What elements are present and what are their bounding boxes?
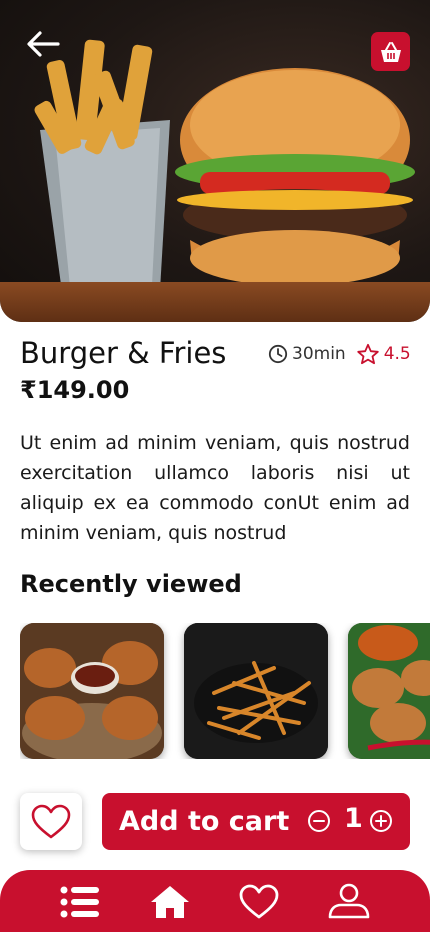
basket-icon [380,41,401,62]
product-name: Burger & Fries [20,336,227,370]
heart-icon [31,804,71,838]
bottom-nav [0,870,430,932]
rating-value: 4.5 [383,344,411,364]
favorite-button[interactable] [20,793,82,850]
basket-button[interactable] [371,32,410,71]
heart-icon [239,884,279,919]
star-icon [357,343,379,365]
add-to-cart-button[interactable]: Add to cart 1 [102,793,410,850]
wooden-board [0,282,430,322]
prep-time: 30min [292,344,346,364]
profile-icon [328,883,370,919]
recently-viewed-item[interactable] [20,623,164,759]
product-description: Ut enim ad minim veniam, quis nostrud ex… [20,432,410,544]
recently-viewed-title: Recently viewed [20,570,242,598]
fried-chicken-image [20,623,164,759]
fries-image [184,623,328,759]
menu-icon [60,886,99,918]
nav-menu[interactable] [58,882,102,922]
plus-circle-icon[interactable] [369,809,393,833]
add-to-cart-label: Add to cart [119,806,290,837]
clock-icon [268,344,288,364]
home-icon [151,886,189,918]
arrow-left-icon [27,31,60,57]
recently-viewed-list [20,623,430,759]
recently-viewed-item[interactable] [348,623,430,759]
quantity-value: 1 [344,803,363,834]
chicken-pakora-image [348,623,430,759]
nav-profile[interactable] [327,882,371,922]
minus-circle-icon[interactable] [307,809,331,833]
nav-home[interactable] [148,882,192,922]
nav-favorites[interactable] [237,882,281,922]
product-meta: 30min 4.5 [268,343,411,365]
recently-viewed-item[interactable] [184,623,328,759]
back-button[interactable] [22,26,66,62]
product-price: ₹149.00 [20,376,130,404]
